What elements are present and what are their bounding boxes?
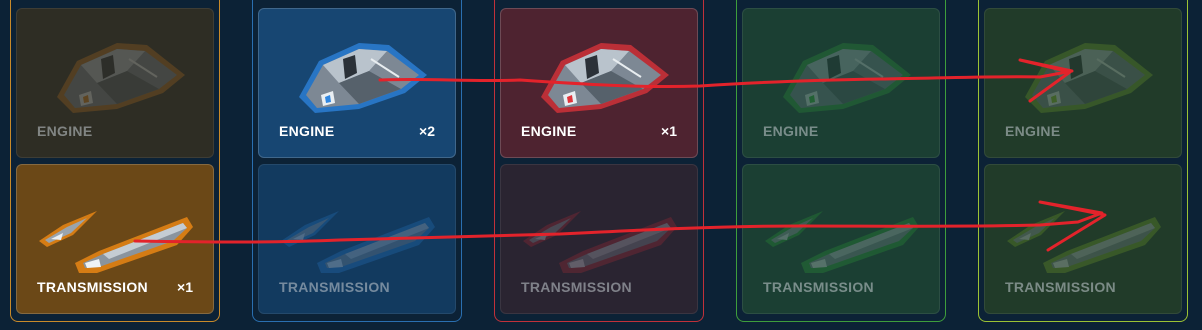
part-label: TRANSMISSION [1005, 279, 1116, 295]
part-card-engine-blue[interactable]: ENGINE ×2 [258, 8, 456, 158]
engine-annotation-line [378, 58, 1074, 103]
part-label: ENGINE [521, 123, 577, 139]
part-card-transmission-green[interactable]: TRANSMISSION [742, 164, 940, 314]
part-count: ×1 [661, 123, 677, 139]
part-card-transmission-blue[interactable]: TRANSMISSION [258, 164, 456, 314]
part-card-transmission-lime[interactable]: TRANSMISSION [984, 164, 1182, 314]
part-count: ×1 [177, 279, 193, 295]
part-card-engine-lime[interactable]: ENGINE [984, 8, 1182, 158]
part-label: ENGINE [37, 123, 93, 139]
part-card-engine-red[interactable]: ENGINE ×1 [500, 8, 698, 158]
part-label: ENGINE [279, 123, 335, 139]
part-label: ENGINE [763, 123, 819, 139]
part-card-transmission-red[interactable]: TRANSMISSION [500, 164, 698, 314]
part-label: TRANSMISSION [37, 279, 148, 295]
part-card-engine-orange[interactable]: ENGINE [16, 8, 214, 158]
part-card-transmission-orange[interactable]: TRANSMISSION ×1 [16, 164, 214, 314]
part-count: ×2 [419, 123, 435, 139]
part-card-engine-green[interactable]: ENGINE [742, 8, 940, 158]
part-label: TRANSMISSION [521, 279, 632, 295]
part-label: TRANSMISSION [279, 279, 390, 295]
part-label: ENGINE [1005, 123, 1061, 139]
part-label: TRANSMISSION [763, 279, 874, 295]
